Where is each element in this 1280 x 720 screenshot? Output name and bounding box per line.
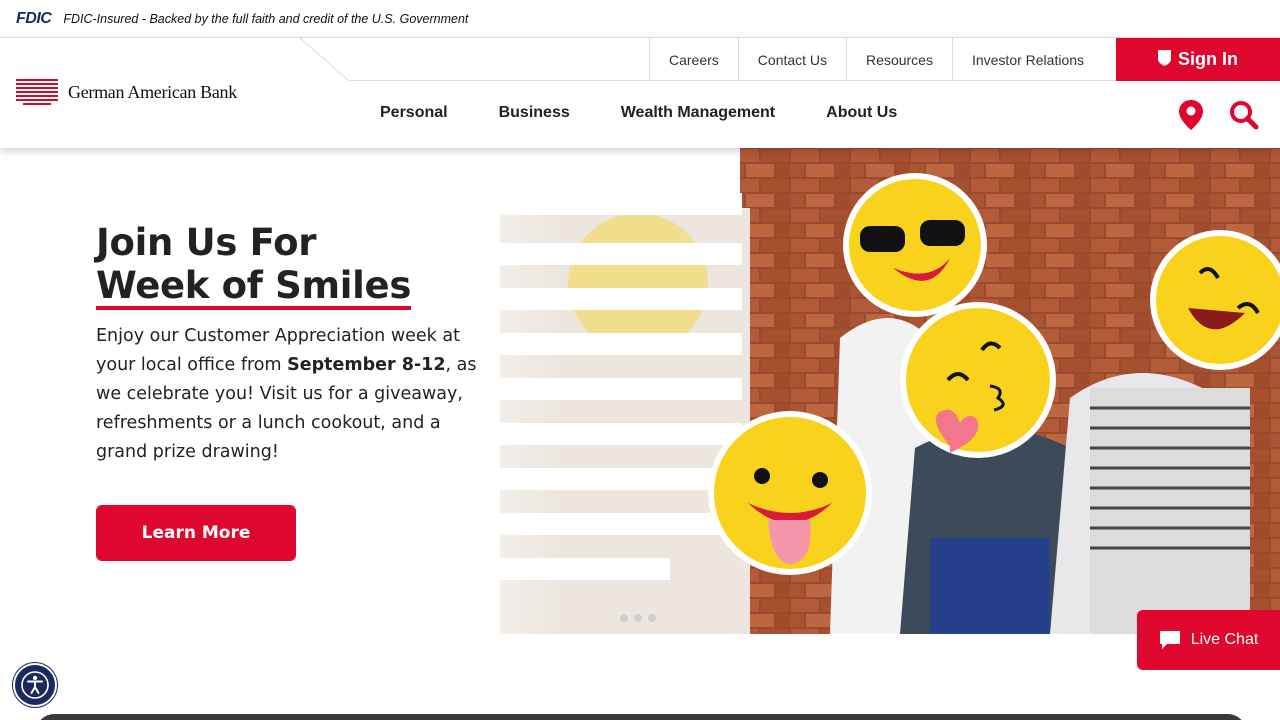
- utility-nav: Careers Contact Us Resources Investor Re…: [649, 38, 1103, 81]
- live-chat-button[interactable]: Live Chat: [1137, 610, 1280, 670]
- learn-more-button[interactable]: Learn More: [96, 505, 296, 561]
- sign-in-label: Sign In: [1178, 49, 1238, 69]
- carousel-dot-3[interactable]: [648, 614, 656, 622]
- live-chat-label: Live Chat: [1190, 631, 1259, 648]
- util-link-contact-us[interactable]: Contact Us: [737, 38, 846, 81]
- util-link-resources[interactable]: Resources: [846, 38, 952, 81]
- accessibility-icon: [21, 671, 49, 699]
- hero-body-date: September 8-12: [287, 355, 446, 375]
- sign-in-button[interactable]: Sign In: [1116, 38, 1280, 81]
- accessibility-button[interactable]: [13, 663, 57, 707]
- fdic-logo: FDIC: [16, 9, 52, 27]
- nav-personal[interactable]: Personal: [380, 104, 448, 122]
- nav-business[interactable]: Business: [499, 104, 570, 122]
- hero-title-line1: Join Us For: [96, 221, 317, 264]
- logo-stripes-icon: [16, 78, 58, 106]
- location-pin-icon[interactable]: [1178, 99, 1204, 131]
- carousel-dots: [620, 614, 662, 622]
- nav-wealth-management[interactable]: Wealth Management: [621, 104, 775, 122]
- hero-title-line2: Week of Smiles: [96, 266, 411, 310]
- fdic-notice: FDIC-Insured - Backed by the full faith …: [63, 11, 469, 26]
- bank-name: German American Bank: [68, 81, 237, 102]
- hero-banner: Join Us For Week of Smiles Enjoy our Cus…: [0, 148, 1280, 634]
- main-nav: Personal Business Wealth Management Abou…: [380, 104, 897, 122]
- shield-icon: [1158, 50, 1171, 66]
- fdic-bar: FDIC FDIC-Insured - Backed by the full f…: [0, 0, 1280, 38]
- util-link-careers[interactable]: Careers: [649, 38, 738, 81]
- carousel-dot-1[interactable]: [620, 614, 628, 622]
- chat-bubble-icon: [1159, 631, 1180, 649]
- search-icon[interactable]: [1229, 100, 1259, 130]
- site-header: German American Bank Careers Contact Us …: [0, 38, 1280, 148]
- nav-about-us[interactable]: About Us: [826, 104, 897, 122]
- util-link-investor-relations[interactable]: Investor Relations: [951, 38, 1103, 81]
- bank-logo[interactable]: German American Bank: [16, 78, 237, 106]
- content-section-top: [36, 714, 1246, 720]
- hero-text: Join Us For Week of Smiles Enjoy our Cus…: [96, 220, 516, 467]
- carousel-dot-2[interactable]: [634, 614, 642, 622]
- hero-description: Enjoy our Customer Appreciation week at …: [96, 322, 496, 467]
- header-divider: [300, 38, 349, 81]
